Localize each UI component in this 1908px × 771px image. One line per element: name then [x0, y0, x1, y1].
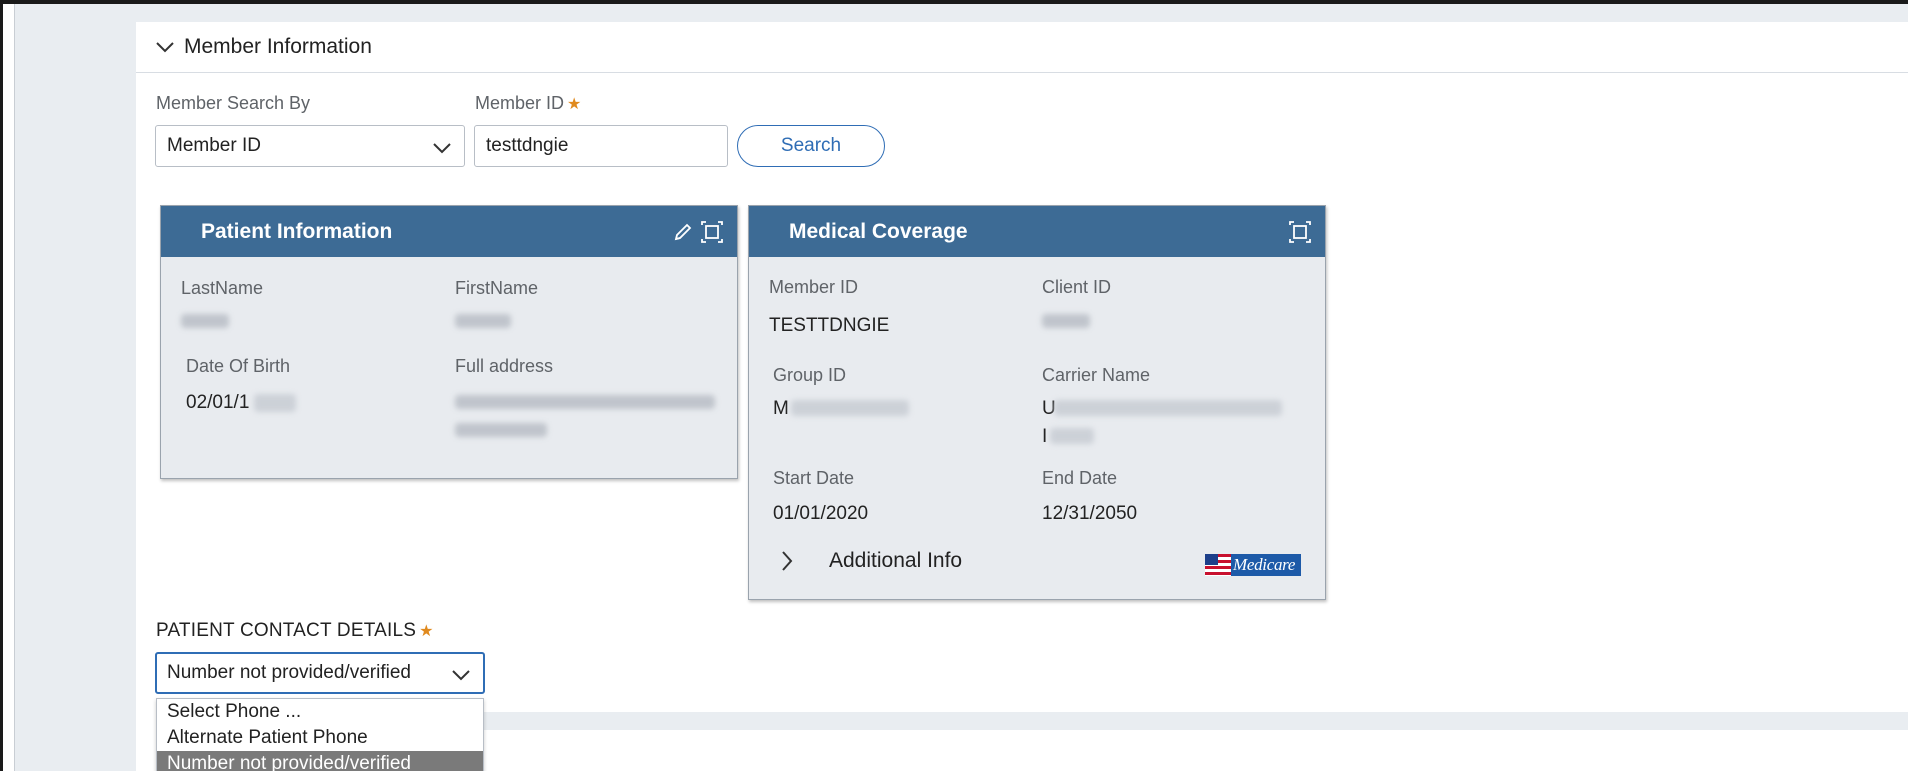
member-id-input-value: testtdngie [486, 135, 569, 156]
chevron-down-icon [451, 666, 471, 681]
end-date-label: End Date [1042, 468, 1118, 488]
member-id-label: Member ID ★ [475, 93, 582, 113]
patient-card-title: Patient Information [201, 219, 393, 243]
medicare-logo-text: Medicare [1233, 555, 1296, 574]
coverage-member-id-label: Member ID [769, 277, 859, 297]
dropdown-option[interactable]: Alternate Patient Phone [157, 725, 483, 751]
search-button[interactable]: Search [737, 125, 885, 167]
section-divider [484, 712, 1908, 730]
dob-label: Date Of Birth [186, 356, 291, 376]
additional-info-toggle[interactable]: Additional Info [781, 549, 962, 573]
additional-info-label: Additional Info [829, 549, 963, 572]
group-id-redacted [791, 400, 909, 416]
group-id-value: M [773, 398, 789, 419]
chevron-down-icon[interactable] [156, 38, 174, 56]
address-redacted-line2 [455, 423, 547, 437]
group-id-label: Group ID [773, 365, 847, 385]
address-redacted-line1 [455, 395, 715, 409]
carrier-name-redacted-2 [1050, 428, 1094, 444]
section-title: Member Information [184, 35, 372, 58]
contact-details-label: PATIENT CONTACT DETAILS ★ [156, 620, 434, 641]
top-gutter [136, 4, 1908, 22]
last-name-redacted [181, 314, 229, 328]
expand-icon[interactable] [1289, 220, 1311, 243]
carrier-name-value-2: I [1042, 426, 1048, 447]
expand-icon[interactable] [701, 220, 723, 243]
carrier-name-redacted-1 [1054, 400, 1282, 416]
search-by-label: Member Search By [156, 93, 311, 113]
address-label: Full address [455, 356, 554, 376]
patient-card-header: Patient Information [161, 206, 737, 257]
first-name-redacted [455, 314, 511, 328]
dropdown-option[interactable]: Select Phone ... [157, 699, 483, 725]
start-date-value: 01/01/2020 [773, 503, 869, 524]
search-by-value: Member ID [167, 135, 261, 156]
pencil-edit-icon[interactable] [673, 222, 693, 242]
dob-redacted [254, 394, 296, 412]
dob-value: 02/01/1 [186, 392, 250, 413]
coverage-card-header: Medical Coverage [749, 206, 1325, 257]
contact-details-select[interactable]: Number not provided/verified [155, 652, 485, 694]
client-id-redacted [1042, 314, 1090, 328]
start-date-label: Start Date [773, 468, 855, 488]
medical-coverage-card: Medical Coverage Member ID TESTTDNGIE Cl… [748, 205, 1326, 600]
last-name-label: LastName [181, 278, 264, 298]
flag-icon [1205, 554, 1231, 576]
required-star-icon: ★ [567, 96, 582, 113]
coverage-member-id-value: TESTTDNGIE [769, 315, 890, 336]
member-info-section-header[interactable]: Member Information [136, 22, 1908, 73]
chevron-down-icon [432, 139, 452, 154]
client-id-label: Client ID [1042, 277, 1112, 297]
first-name-label: FirstName [455, 278, 539, 298]
carrier-name-label: Carrier Name [1042, 365, 1151, 385]
medicare-logo: Medicare [1205, 554, 1301, 576]
end-date-value: 12/31/2050 [1042, 503, 1138, 524]
member-id-input[interactable]: testtdngie [474, 125, 728, 167]
contact-dropdown-list: Select Phone ... Alternate Patient Phone… [156, 698, 484, 771]
search-by-select[interactable]: Member ID [155, 125, 465, 167]
contact-selected-value: Number not provided/verified [167, 662, 411, 683]
left-gutter [14, 4, 136, 771]
patient-information-card: Patient Information LastName FirstName D… [160, 205, 738, 479]
chevron-right-icon [781, 550, 793, 572]
coverage-card-title: Medical Coverage [789, 219, 968, 243]
dropdown-option-selected[interactable]: Number not provided/verified [157, 751, 483, 771]
required-star-icon: ★ [419, 623, 434, 640]
